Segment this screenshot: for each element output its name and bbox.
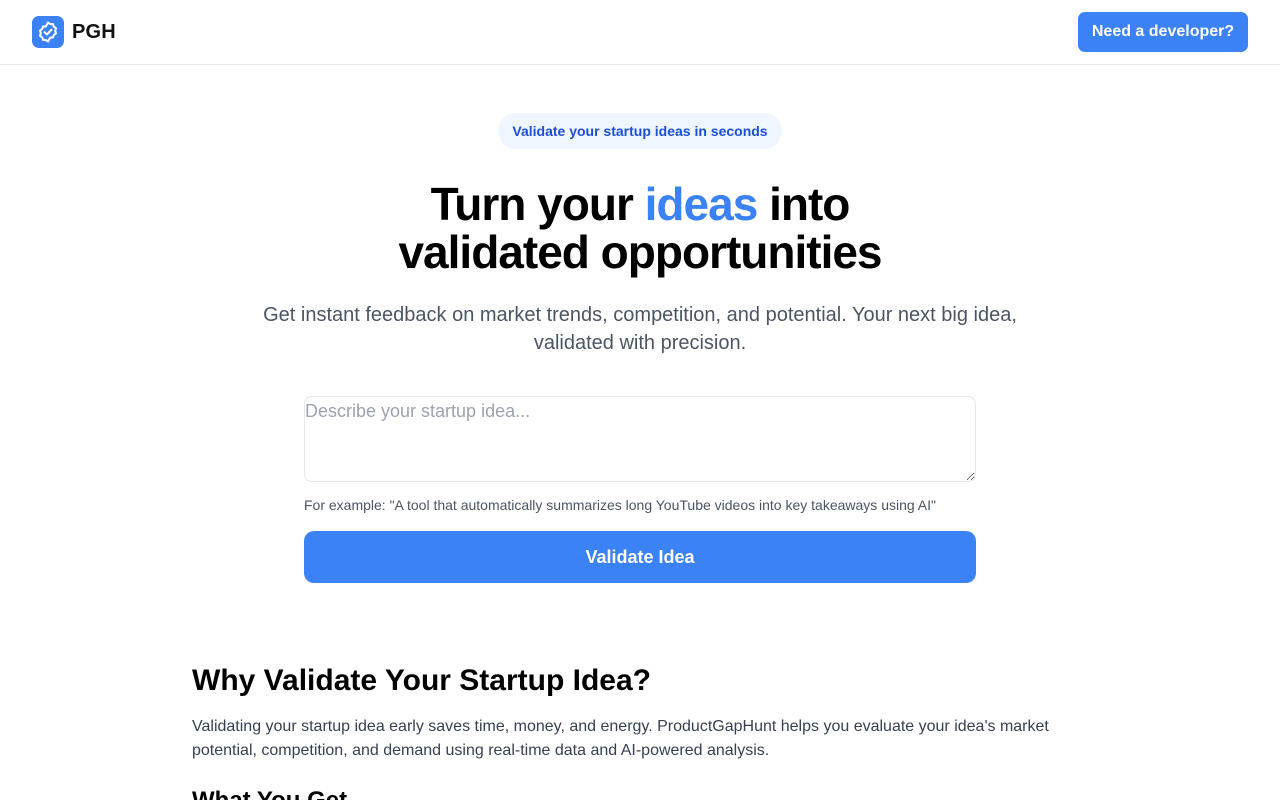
example-hint: For example: "A tool that automatically … <box>304 497 936 513</box>
idea-input[interactable] <box>304 396 976 482</box>
hero-title: Turn your ideas into validated opportuni… <box>240 180 1040 276</box>
site-header: PGH Need a developer? <box>0 0 1280 65</box>
logo[interactable]: PGH <box>32 16 116 48</box>
hero-title-part1: Turn your <box>430 178 645 230</box>
what-you-get-heading: What You Get <box>192 786 792 800</box>
need-developer-button[interactable]: Need a developer? <box>1078 12 1248 52</box>
badge-check-icon <box>32 16 64 48</box>
hero-title-part2: into <box>757 178 850 230</box>
hero-badge: Validate your startup ideas in seconds <box>498 113 782 149</box>
hero-title-line2: validated opportunities <box>398 226 882 278</box>
hero-title-accent: ideas <box>644 178 759 230</box>
validate-idea-button[interactable]: Validate Idea <box>304 531 976 583</box>
logo-text: PGH <box>72 20 116 43</box>
why-validate-text: Validating your startup idea early saves… <box>192 718 1049 759</box>
hero-subtitle: Get instant feedback on market trends, c… <box>263 304 1017 354</box>
why-validate-heading: Why Validate Your Startup Idea? <box>192 664 651 697</box>
